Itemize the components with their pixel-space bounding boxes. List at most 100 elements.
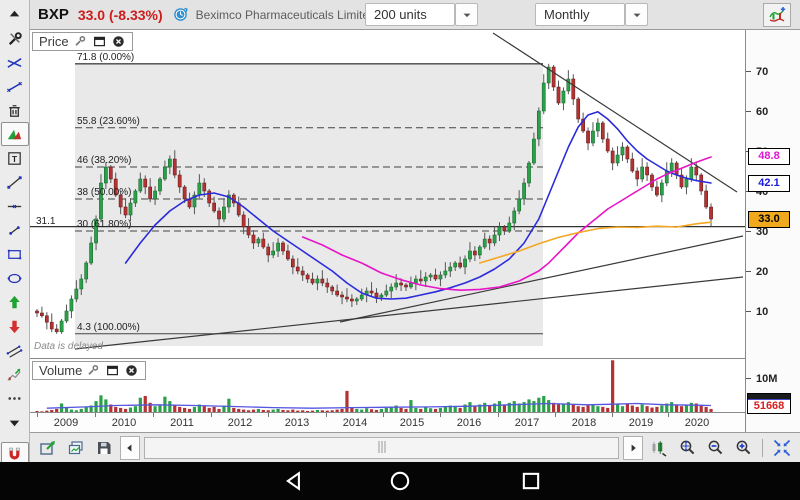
price-close-icon[interactable] <box>111 34 126 49</box>
share-button[interactable] <box>36 436 60 460</box>
price-settings-icon[interactable] <box>73 34 88 49</box>
fib-level-label: 55.8 (23.60%) <box>77 116 140 127</box>
tools-tool-button[interactable] <box>1 26 29 50</box>
channel-icon <box>5 341 24 360</box>
year-label-2012: 2012 <box>228 417 252 429</box>
volume-settings-icon[interactable] <box>86 363 101 378</box>
year-tick <box>95 413 96 417</box>
ellipse-tool-button[interactable] <box>1 266 29 290</box>
fib-level-label: 46 (38.20%) <box>77 155 131 166</box>
y-axis-tick <box>746 271 751 272</box>
fib-level-label: 38 (50.00%) <box>77 187 131 198</box>
year-label-2011: 2011 <box>170 417 194 429</box>
price-tag-33.0: 33.0 <box>748 211 790 228</box>
scroll-up-tool-button[interactable] <box>1 2 29 26</box>
magnet-icon <box>5 445 24 464</box>
y-axis-tick <box>746 311 751 312</box>
price-change-label: 33.0 (-8.33%) <box>78 7 163 23</box>
interval-dropdown[interactable]: Monthly <box>535 3 625 26</box>
hline-x-tool-button[interactable] <box>1 194 29 218</box>
y-axis-tick <box>746 71 751 72</box>
pattern-tool-button[interactable] <box>1 122 29 146</box>
price-axis: 51668 7060504030201048.842.133.010M <box>745 30 800 432</box>
zoom-in-button[interactable] <box>731 436 755 460</box>
year-label-2020: 2020 <box>685 417 709 429</box>
volume-value-tag: 51668 <box>747 393 791 414</box>
nav-home-button[interactable] <box>387 468 413 494</box>
trendline-icon <box>5 173 24 192</box>
drawing-toolbar: T? <box>0 0 30 462</box>
year-label-2009: 2009 <box>54 417 78 429</box>
trash-tool-button[interactable] <box>1 98 29 122</box>
candle-zoom-button[interactable] <box>647 436 671 460</box>
text-tool-button[interactable]: T <box>1 146 29 170</box>
volume-axis-tick <box>746 378 751 379</box>
year-label-2019: 2019 <box>629 417 653 429</box>
fib-level-label: 30 (61.80%) <box>77 219 131 230</box>
zoom-range-button[interactable] <box>675 436 699 460</box>
y-axis-tick <box>746 231 751 232</box>
units-dropdown[interactable]: 200 units <box>365 3 455 26</box>
arrow-up-tool-button[interactable] <box>1 290 29 314</box>
scroll-down-tool-button[interactable] <box>1 410 29 434</box>
year-tick <box>383 413 384 417</box>
y-axis-tick-label: 10 <box>756 306 768 318</box>
interval-dropdown-arrow[interactable] <box>625 3 648 26</box>
arrow-down-tool-button[interactable] <box>1 314 29 338</box>
zoom-out-button[interactable] <box>703 436 727 460</box>
trendline-tool-button[interactable] <box>1 170 29 194</box>
year-label-2017: 2017 <box>515 417 539 429</box>
nav-recents-button[interactable] <box>518 468 544 494</box>
save-button[interactable] <box>92 436 116 460</box>
price-chart[interactable] <box>30 30 745 357</box>
pattern-icon <box>5 125 24 144</box>
nav-back-button[interactable] <box>282 468 308 494</box>
svg-text:T: T <box>12 153 18 163</box>
year-tick <box>268 413 269 417</box>
scroll-up-icon <box>5 5 24 24</box>
year-tick <box>211 413 212 417</box>
more-icon <box>5 389 24 408</box>
channel-tool-button[interactable] <box>1 338 29 362</box>
new-chart-button[interactable] <box>763 3 791 27</box>
bottom-toolbar <box>30 432 800 462</box>
segment-x-icon <box>5 77 24 96</box>
year-label-2013: 2013 <box>285 417 309 429</box>
chart-scrollbar[interactable] <box>144 437 619 459</box>
time-axis: 2009201020112012201320142015201620172018… <box>30 412 745 432</box>
forecast-tool-button[interactable] <box>1 362 29 386</box>
scroll-left-button[interactable] <box>120 436 140 460</box>
year-tick <box>326 413 327 417</box>
volume-axis-tick-label: 10M <box>756 373 777 385</box>
segment-tool-button[interactable] <box>1 218 29 242</box>
scroll-right-button[interactable] <box>623 436 643 460</box>
scroll-down-icon <box>5 413 24 432</box>
layouts-button[interactable] <box>64 436 88 460</box>
android-nav-bar <box>0 462 800 500</box>
volume-window-icon[interactable] <box>105 363 120 378</box>
hline-x-icon <box>5 197 24 216</box>
y-axis-tick <box>746 111 751 112</box>
volume-panel-title: Volume <box>39 363 82 378</box>
trend-cross-tool-button[interactable] <box>1 50 29 74</box>
price-panel-tab: Price <box>32 32 133 51</box>
volume-close-icon[interactable] <box>124 363 139 378</box>
tools-icon <box>5 29 24 48</box>
price-tag-42.1: 42.1 <box>748 175 790 192</box>
more-tool-button[interactable] <box>1 386 29 410</box>
arrow-down-icon <box>5 317 24 336</box>
volume-panel-tab: Volume <box>32 361 146 380</box>
fib-level-label: 71.8 (0.00%) <box>77 52 134 63</box>
trading-app-window: T? BXP 33.0 (-8.33%) Beximco Pharmaceuti… <box>0 0 800 500</box>
arrow-up-icon <box>5 293 24 312</box>
segment-x-tool-button[interactable] <box>1 74 29 98</box>
price-panel: Price 31.1 Data is delayed 71.8 (0.00%)5… <box>30 30 745 357</box>
rect-tool-button[interactable] <box>1 242 29 266</box>
units-dropdown-arrow[interactable] <box>455 3 478 26</box>
ellipse-icon <box>5 269 24 288</box>
scrollbar-grip[interactable] <box>378 441 385 453</box>
price-window-icon[interactable] <box>92 34 107 49</box>
collapse-button[interactable] <box>770 436 794 460</box>
trash-icon <box>5 101 24 120</box>
y-axis-tick-label: 20 <box>756 266 768 278</box>
